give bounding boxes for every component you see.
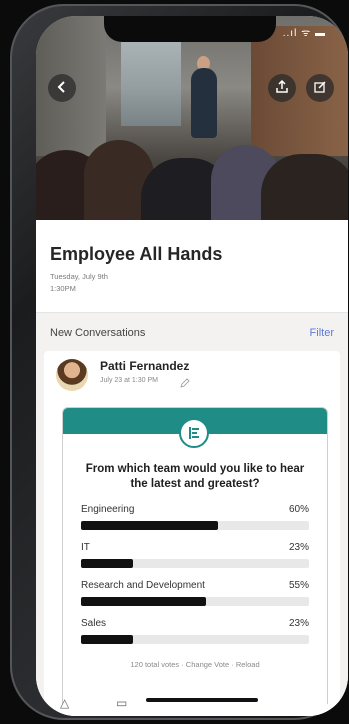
poll-option-percent: 55% — [288, 580, 309, 591]
tab-icon-middle[interactable]: ▭ — [116, 696, 127, 710]
poll-question: From which team would you like to hear t… — [85, 463, 305, 490]
edit-icon — [313, 80, 327, 97]
conversations-section: New Conversations Filter Patti Fernandez… — [36, 313, 348, 716]
event-details: Employee All Hands Tuesday, July 9th 1:3… — [36, 220, 348, 312]
poll-option-percent: 60% — [288, 504, 309, 515]
conversation-card: Patti Fernandez July 23 at 1:30 PM From … — [44, 351, 340, 713]
event-time: 1:30PM — [50, 284, 76, 293]
post-timestamp: July 23 at 1:30 PM — [100, 377, 158, 384]
poll-option-bar-fill — [81, 559, 134, 568]
back-button[interactable] — [48, 74, 76, 102]
avatar[interactable] — [56, 359, 88, 391]
event-cover-image — [36, 16, 348, 220]
poll-option-percent: 23% — [288, 542, 309, 553]
poll-option-bar-fill — [81, 521, 218, 530]
poll-option-label: Sales — [81, 618, 107, 629]
event-title: Employee All Hands — [50, 244, 223, 264]
poll-option-bar-track — [81, 559, 309, 568]
share-icon — [275, 79, 289, 97]
event-date: Tuesday, July 9th — [50, 272, 108, 281]
poll-option-label: Engineering — [81, 504, 135, 515]
tab-bar — [36, 704, 348, 716]
conversations-heading: New Conversations — [50, 327, 146, 339]
poll-footer[interactable]: 120 total votes · Change Vote · Reload — [63, 660, 327, 669]
poll-option-bar-track — [81, 597, 309, 606]
status-bar-icons: ..ıl ᯤ ▬ — [282, 28, 326, 39]
edit-button[interactable] — [306, 74, 334, 102]
chevron-left-icon — [55, 80, 69, 97]
poll-option-bar-track — [81, 635, 309, 644]
pencil-icon[interactable] — [180, 375, 190, 388]
poll-option-label: IT — [81, 542, 90, 553]
phone-frame: ..ıl ᯤ ▬ Employee All Hands Tuesday, Jul… — [10, 4, 348, 720]
filter-link[interactable]: Filter — [310, 327, 334, 339]
app-screen: ..ıl ᯤ ▬ Employee All Hands Tuesday, Jul… — [36, 16, 348, 716]
poll-option-label: Research and Development — [81, 580, 205, 591]
device-notch — [104, 16, 276, 42]
home-indicator — [146, 698, 258, 702]
poll-option-bar-fill — [81, 597, 207, 606]
share-button[interactable] — [268, 74, 296, 102]
poll-option-bar-track — [81, 521, 309, 530]
poll-icon — [179, 418, 209, 448]
tab-icon-left[interactable]: △ — [60, 696, 69, 710]
poll-option-percent: 23% — [288, 618, 309, 629]
poll-option-bar-fill — [81, 635, 134, 644]
post-author[interactable]: Patti Fernandez — [100, 359, 189, 373]
poll-card: From which team would you like to hear t… — [62, 407, 328, 713]
